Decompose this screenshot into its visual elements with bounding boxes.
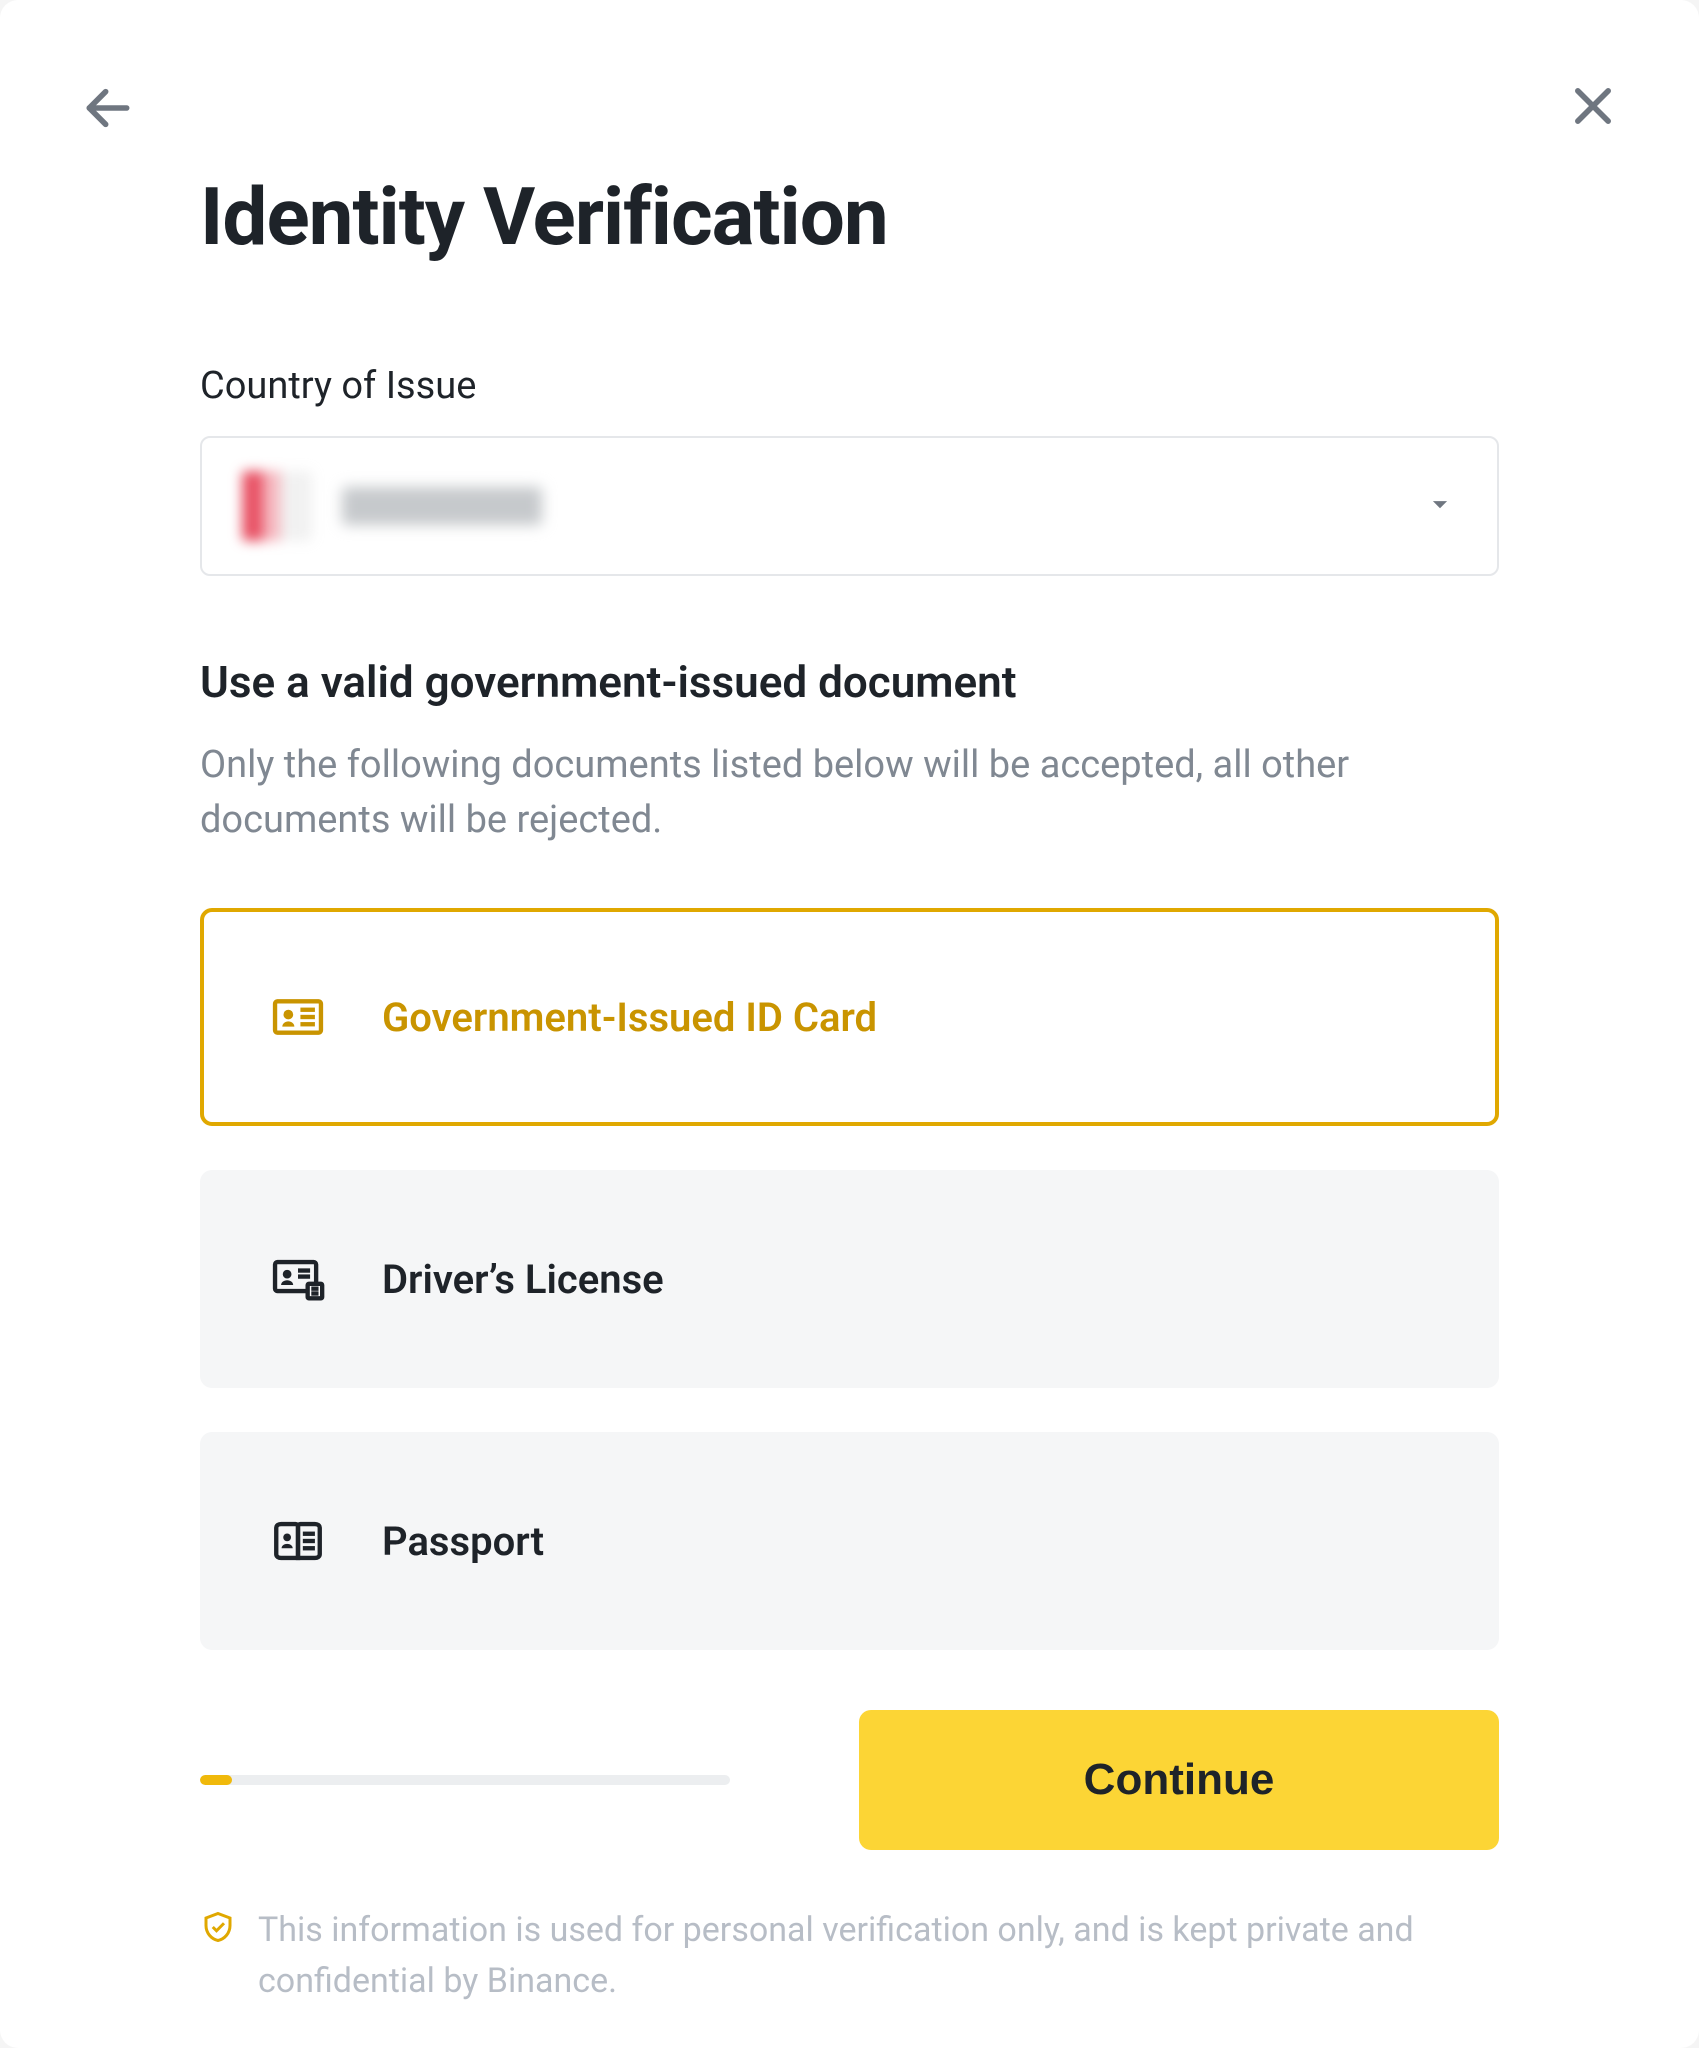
continue-button[interactable]: Continue <box>859 1710 1499 1850</box>
chevron-down-icon <box>1423 487 1457 525</box>
shield-check-icon <box>200 1909 236 1949</box>
document-heading: Use a valid government-issued document <box>200 656 1499 708</box>
id-card-icon <box>269 988 327 1046</box>
country-name-redacted <box>342 487 542 525</box>
driver-license-icon <box>269 1250 327 1308</box>
country-select[interactable] <box>200 436 1499 576</box>
passport-icon <box>269 1512 327 1570</box>
privacy-note: This information is used for personal ve… <box>200 1905 1499 2007</box>
doc-option-passport[interactable]: Passport <box>200 1432 1499 1650</box>
arrow-left-icon <box>80 80 136 136</box>
close-button[interactable] <box>1567 80 1619 136</box>
footer-row: Continue <box>200 1710 1499 1850</box>
progress-fill <box>200 1775 232 1785</box>
privacy-text: This information is used for personal ve… <box>258 1905 1499 2007</box>
country-flag-redacted <box>242 471 312 541</box>
doc-option-id-card[interactable]: Government-Issued ID Card <box>200 908 1499 1126</box>
document-subheading: Only the following documents listed belo… <box>200 738 1499 848</box>
country-label: Country of Issue <box>200 364 1499 408</box>
progress-bar <box>200 1775 730 1785</box>
doc-option-label: Driver’s License <box>382 1256 664 1303</box>
doc-option-label: Government-Issued ID Card <box>382 994 877 1041</box>
page-title: Identity Verification <box>200 170 1499 264</box>
close-icon <box>1567 80 1619 132</box>
identity-verification-modal: Identity Verification Country of Issue U… <box>0 0 1699 2048</box>
doc-option-driver-license[interactable]: Driver’s License <box>200 1170 1499 1388</box>
back-button[interactable] <box>80 80 136 140</box>
doc-option-label: Passport <box>382 1518 544 1565</box>
